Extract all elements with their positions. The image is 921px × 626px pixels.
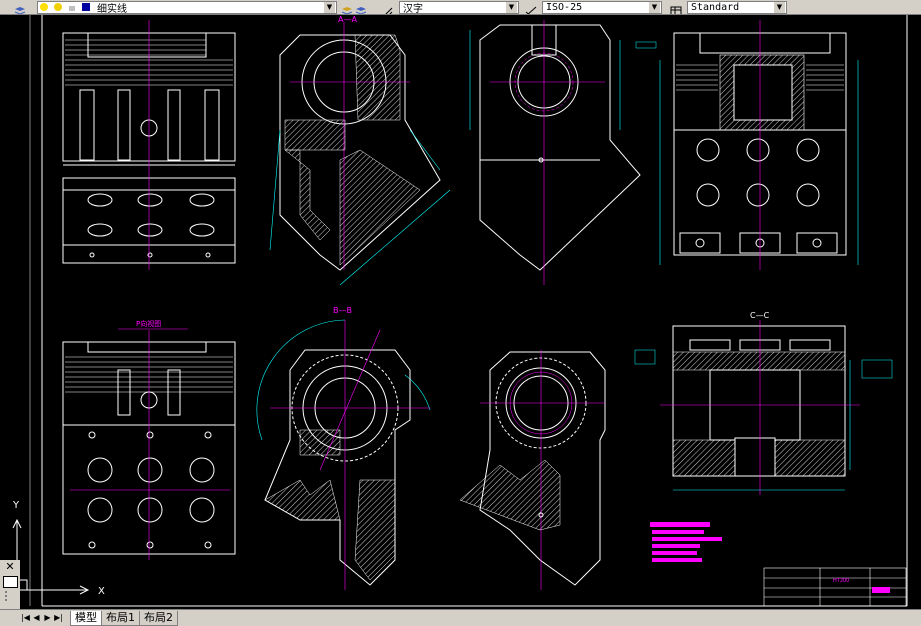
title-block-material: HT200 [833, 578, 849, 584]
tab-model[interactable]: 模型 [70, 610, 102, 626]
front-view-top [62, 20, 236, 270]
layer-name: 细实线 [97, 3, 127, 15]
lightbulb-icon [39, 2, 51, 13]
chevron-down-icon[interactable]: ▼ [506, 1, 517, 13]
first-tab-icon[interactable]: |◀ [20, 612, 31, 624]
model-space-canvas[interactable]: A—A P向视图 B—B C—C HT200 Y X [0, 15, 921, 609]
tab-layout2[interactable]: 布局2 [139, 610, 178, 626]
prev-tab-icon[interactable]: ◀ [31, 612, 42, 624]
ucs-x-label: X [98, 586, 105, 597]
lock-icon [67, 2, 79, 13]
properties-toolbar: 细实线 ▼ 汉字 ▼ ISO-25 ▼ Standard ▼ [0, 0, 921, 15]
table-style-name: Standard [691, 1, 740, 13]
table-style-icon[interactable] [670, 2, 682, 14]
docked-palette: ✕ [0, 560, 20, 610]
tab-layout1[interactable]: 布局1 [101, 610, 140, 626]
section-view-aa: A—A [269, 15, 451, 286]
text-style-name: 汉字 [403, 3, 423, 15]
color-swatch-icon [81, 2, 93, 13]
section-view-bb: B—B [256, 306, 431, 590]
layout-tab-bar: |◀ ◀ ▶ ▶| 模型 布局1 布局2 [0, 609, 921, 626]
side-view-top [469, 20, 641, 285]
close-icon[interactable]: ✕ [0, 560, 20, 574]
layer-previous-icon[interactable] [341, 2, 353, 14]
dim-style-icon[interactable] [525, 2, 537, 14]
layer-states-icon[interactable] [355, 2, 367, 14]
layer-manager-icon[interactable] [14, 2, 26, 14]
layer-dropdown[interactable]: 细实线 ▼ [37, 0, 337, 15]
sun-icon [53, 2, 65, 13]
technical-notes [650, 522, 722, 562]
last-tab-icon[interactable]: ▶| [53, 612, 64, 624]
p-view-label: P向视图 [136, 319, 161, 328]
ucs-icon: Y X [12, 500, 105, 597]
grip-icon[interactable] [5, 591, 15, 601]
text-style-icon[interactable] [382, 2, 394, 14]
next-tab-icon[interactable]: ▶ [42, 612, 53, 624]
ucs-y-label: Y [12, 500, 20, 511]
gear-side-view [459, 350, 606, 590]
table-style-dropdown[interactable]: Standard ▼ [687, 0, 787, 14]
section-bb-label: B—B [333, 306, 352, 315]
section-view-cc: C—C [634, 311, 893, 495]
section-cc-label: C—C [750, 311, 770, 320]
chevron-down-icon[interactable]: ▼ [774, 1, 785, 13]
title-block: HT200 [763, 567, 907, 607]
palette-icon[interactable] [3, 576, 18, 588]
dim-style-name: ISO-25 [546, 1, 583, 13]
top-right-view [635, 20, 859, 270]
dim-style-dropdown[interactable]: ISO-25 ▼ [542, 0, 662, 14]
section-aa-label: A—A [338, 15, 357, 24]
text-style-dropdown[interactable]: 汉字 ▼ [399, 0, 519, 15]
chevron-down-icon[interactable]: ▼ [324, 1, 335, 13]
p-view: P向视图 [62, 319, 236, 560]
chevron-down-icon[interactable]: ▼ [649, 1, 660, 13]
